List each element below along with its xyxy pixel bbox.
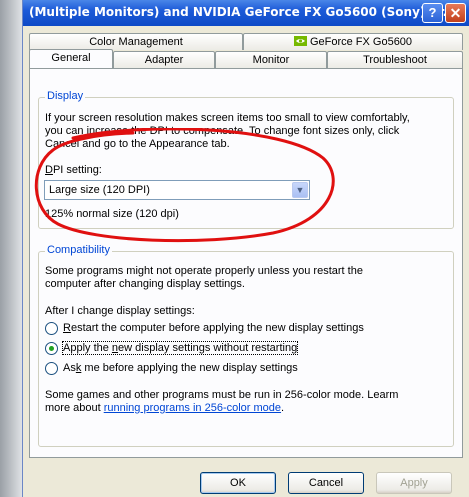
compatibility-group-legend: Compatibility: [45, 244, 112, 256]
tab-label: GeForce FX Go5600: [309, 36, 413, 48]
nvidia-logo-icon: [293, 36, 307, 46]
radio-restart-label: Restart the computer before applying the…: [63, 322, 364, 334]
tab-adapter[interactable]: Adapter: [113, 51, 215, 68]
display-description-line-3: Cancel and go to the Appearance tab.: [45, 138, 230, 150]
tab-label: General: [51, 52, 91, 64]
radio-ask-label: Ask me before applying the new display s…: [63, 362, 298, 374]
display-properties-dialog: (Multiple Monitors) and NVIDIA GeForce F…: [22, 0, 469, 497]
footer-line-1: Some games and other programs must be ru…: [45, 389, 399, 401]
radio-apply-rest: ew display settings without restarting: [118, 342, 298, 354]
dpi-scale-note: 125% normal size (120 dpi): [45, 208, 179, 220]
radio-restart-mnemonic: R: [63, 322, 71, 334]
tab-monitor[interactable]: Monitor: [215, 51, 327, 68]
compatibility-intro-line-1: Some programs might not operate properly…: [45, 265, 363, 277]
dpi-setting-label: DPI setting:: [45, 164, 102, 177]
radio-apply-pre: Apply the: [63, 342, 112, 354]
tab-troubleshoot[interactable]: Troubleshoot: [327, 51, 463, 68]
after-change-label: After I change display settings:: [45, 305, 195, 317]
tab-row-bottom: General Adapter Monitor Troubleshoot: [29, 49, 463, 68]
radio-ask-rest: me before applying the new display setti…: [81, 362, 298, 374]
compatibility-intro-line-2: computer after changing display settings…: [45, 278, 245, 290]
tab-label: Troubleshoot: [363, 54, 427, 66]
radio-button[interactable]: [45, 362, 58, 375]
dpi-setting-value: Large size (120 DPI): [49, 184, 150, 196]
tab-geforce[interactable]: GeForce FX Go5600: [243, 33, 463, 50]
tab-label: Monitor: [252, 54, 290, 66]
window-title: (Multiple Monitors) and NVIDIA GeForce F…: [29, 5, 457, 19]
dpi-setting-select[interactable]: Large size (120 DPI) ▼: [44, 180, 310, 200]
tab-row-top: Color Management GeForce FX Go5600: [29, 33, 463, 50]
apply-button[interactable]: Apply: [376, 472, 452, 494]
compatibility-group: Compatibility Some programs might not op…: [38, 244, 454, 447]
footer-line-2-end: .: [281, 402, 285, 414]
radio-button-checked[interactable]: [45, 342, 58, 355]
tab-color-management[interactable]: Color Management: [29, 33, 243, 50]
general-tab-panel: Display If your screen resolution makes …: [29, 68, 463, 458]
chevron-down-icon[interactable]: ▼: [292, 182, 308, 198]
radio-ask-me[interactable]: Ask me before applying the new display s…: [45, 361, 445, 376]
radio-restart-computer[interactable]: Restart the computer before applying the…: [45, 321, 445, 336]
display-description-line-2: you can increase the DPI to compensate. …: [45, 125, 400, 137]
tab-general[interactable]: General: [29, 49, 113, 68]
tab-label: Adapter: [144, 54, 184, 66]
display-group-legend: Display: [45, 90, 86, 102]
footer-line-2: more about running programs in 256-color…: [45, 402, 284, 415]
title-bar[interactable]: (Multiple Monitors) and NVIDIA GeForce F…: [23, 0, 469, 26]
display-group: Display If your screen resolution makes …: [38, 90, 454, 229]
ok-button[interactable]: OK: [200, 472, 276, 494]
tab-label: Color Management: [89, 36, 183, 48]
radio-restart-rest: estart the computer before applying the …: [70, 322, 364, 334]
close-button[interactable]: ✕: [445, 3, 466, 23]
display-description-line-1: If your screen resolution makes screen i…: [45, 112, 410, 124]
background-window-edge: [0, 0, 22, 497]
running-programs-256-color-link[interactable]: running programs in 256-color mode: [104, 402, 281, 414]
radio-apply-without-restart[interactable]: Apply the new display settings without r…: [45, 341, 445, 356]
dpi-label-mnemonic: D: [45, 164, 53, 176]
radio-ask-pre: As: [63, 362, 76, 374]
dpi-label-rest: PI setting:: [52, 164, 102, 176]
help-button[interactable]: ?: [422, 3, 443, 23]
radio-apply-label: Apply the new display settings without r…: [61, 341, 299, 355]
radio-button[interactable]: [45, 322, 58, 335]
cancel-button[interactable]: Cancel: [288, 472, 364, 494]
footer-line-2-start: more about: [45, 402, 104, 414]
